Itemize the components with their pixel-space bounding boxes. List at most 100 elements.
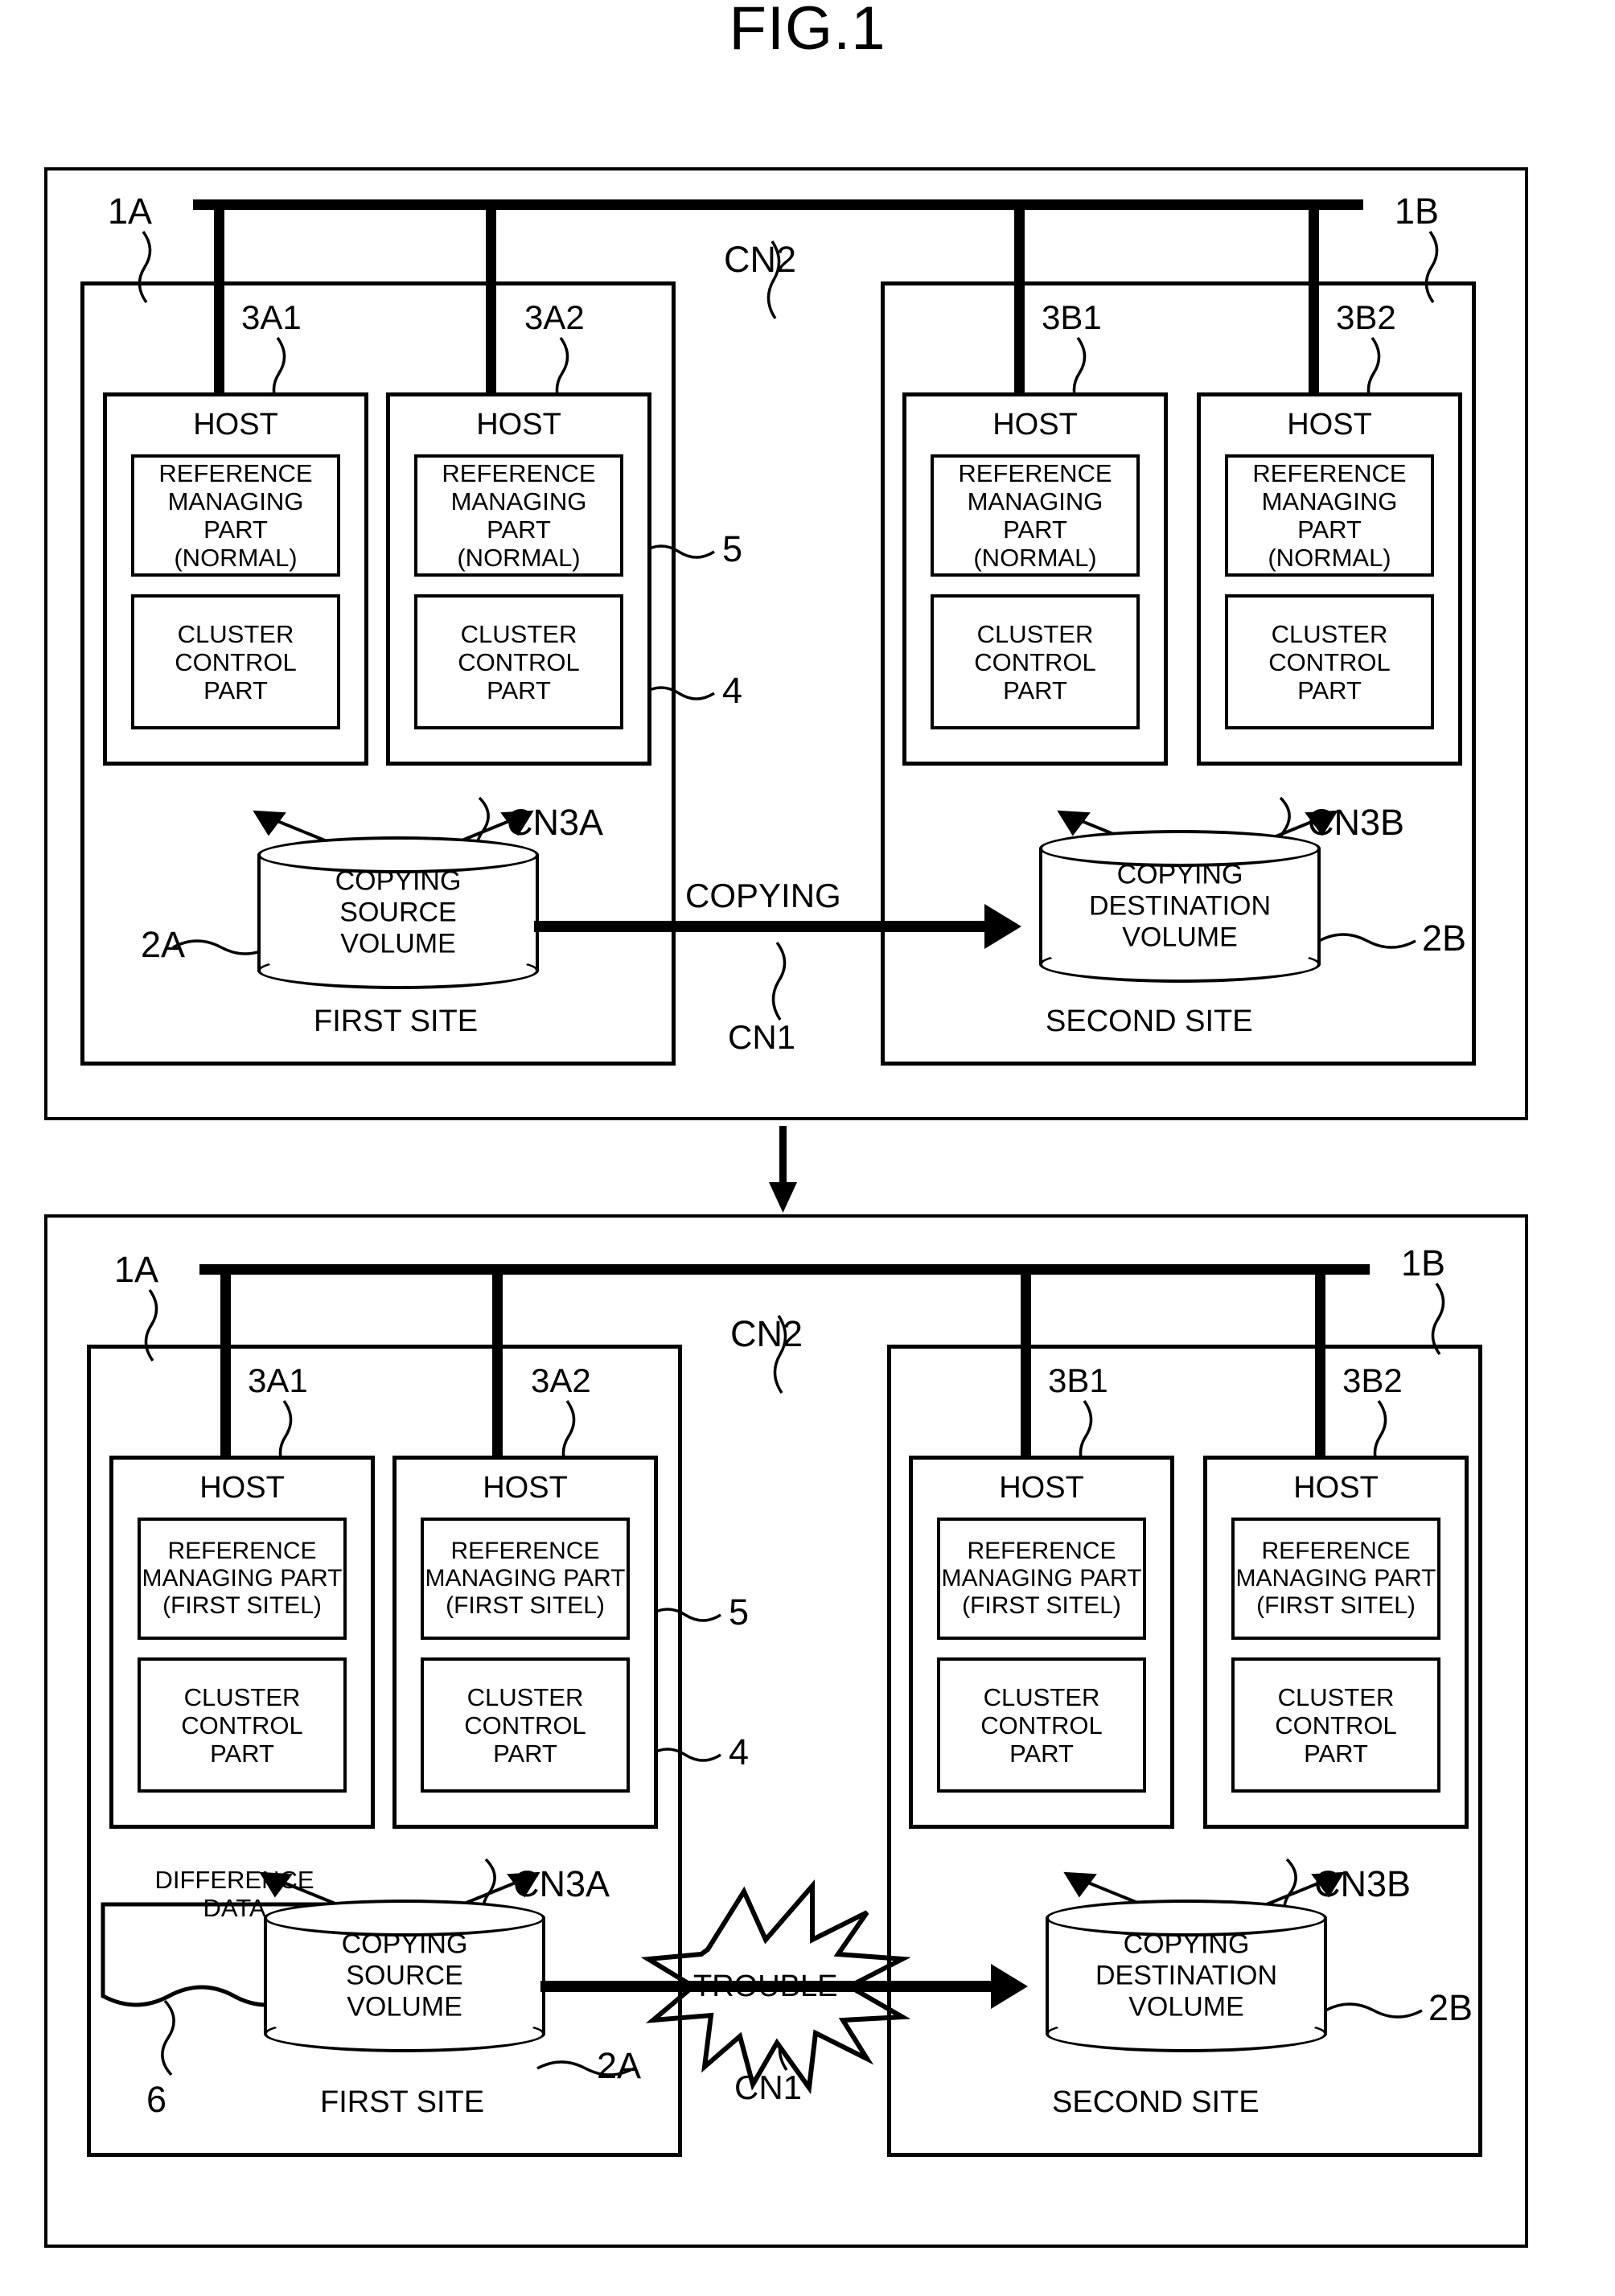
volume-label: COPYING SOURCE VOLUME bbox=[335, 865, 462, 959]
copying-destination-volume-top: COPYING DESTINATION VOLUME bbox=[1039, 830, 1321, 983]
host-title: HOST bbox=[193, 408, 278, 442]
ref-part-label: REFERENCE MANAGING PART bbox=[958, 459, 1112, 544]
reference-managing-part-3b2-bottom: REFERENCE MANAGING PART (FIRST SITEL) bbox=[1231, 1518, 1440, 1640]
label-cn1-bottom: CN1 bbox=[734, 2068, 803, 2106]
volume-label: COPYING SOURCE VOLUME bbox=[341, 1928, 468, 2023]
label-3a2-bottom: 3A2 bbox=[531, 1362, 591, 1399]
host-title: HOST bbox=[476, 408, 561, 442]
reference-managing-part-3a2-top: REFERENCE MANAGING PART (NORMAL) bbox=[414, 454, 623, 577]
reference-managing-part-3a1-top: REFERENCE MANAGING PART (NORMAL) bbox=[131, 454, 340, 577]
copying-arrowhead-bottom bbox=[991, 1964, 1028, 2009]
label-4-bottom: 4 bbox=[729, 1731, 750, 1772]
label-cn3a-bottom: CN3A bbox=[513, 1863, 610, 1904]
cluster-part-label: CLUSTER CONTROL PART bbox=[1268, 619, 1391, 704]
reference-managing-part-3a2-bottom: REFERENCE MANAGING PART (FIRST SITEL) bbox=[421, 1518, 630, 1640]
copying-source-volume-bottom: COPYING SOURCE VOLUME bbox=[264, 1900, 545, 2052]
host-3b1-bottom: HOST REFERENCE MANAGING PART (FIRST SITE… bbox=[909, 1456, 1174, 1829]
label-cn3a-top: CN3A bbox=[507, 802, 604, 843]
trouble-label: TROUBLE bbox=[693, 1969, 838, 2003]
label-2b-top: 2B bbox=[1422, 918, 1467, 959]
cluster-control-part-3a1-bottom: CLUSTER CONTROL PART bbox=[138, 1657, 347, 1793]
reference-managing-part-3a1-bottom: REFERENCE MANAGING PART (FIRST SITEL) bbox=[138, 1518, 347, 1640]
cluster-control-part-3b2-bottom: CLUSTER CONTROL PART bbox=[1231, 1657, 1440, 1793]
second-site-label-bottom: SECOND SITE bbox=[1052, 2085, 1260, 2119]
label-2a-top: 2A bbox=[141, 924, 186, 965]
ref-part-state: (FIRST SITEL) bbox=[962, 1592, 1121, 1619]
label-1a-bottom: 1A bbox=[114, 1249, 159, 1290]
cluster-part-label: CLUSTER CONTROL PART bbox=[464, 1682, 586, 1768]
ref-part-state: (FIRST SITEL) bbox=[446, 1592, 605, 1619]
host-title: HOST bbox=[1293, 1471, 1379, 1505]
host-3b1-top: HOST REFERENCE MANAGING PART (NORMAL) CL… bbox=[902, 392, 1168, 766]
label-3b2-top: 3B2 bbox=[1336, 298, 1396, 336]
copying-label-top: COPYING bbox=[685, 877, 841, 914]
label-5-bottom: 5 bbox=[729, 1592, 750, 1633]
reference-managing-part-3b1-bottom: REFERENCE MANAGING PART (FIRST SITEL) bbox=[937, 1518, 1146, 1640]
ref-part-label: REFERENCE MANAGING PART bbox=[1235, 1538, 1436, 1592]
cluster-part-label: CLUSTER CONTROL PART bbox=[181, 1682, 303, 1768]
label-1a-top: 1A bbox=[108, 191, 153, 232]
host-3a1-bottom: HOST REFERENCE MANAGING PART (FIRST SITE… bbox=[109, 1456, 375, 1829]
host-3a2-bottom: HOST REFERENCE MANAGING PART (FIRST SITE… bbox=[392, 1456, 658, 1829]
copying-arrowhead-top bbox=[984, 904, 1021, 949]
label-cn2-top: CN2 bbox=[724, 239, 797, 280]
label-1b-top: 1B bbox=[1395, 191, 1440, 232]
cluster-part-label: CLUSTER CONTROL PART bbox=[175, 619, 297, 704]
host-title: HOST bbox=[999, 1471, 1084, 1505]
label-cn2-bottom: CN2 bbox=[730, 1313, 803, 1354]
figure-title: FIG.1 bbox=[729, 0, 886, 63]
host-title: HOST bbox=[992, 408, 1078, 442]
ref-part-state: (FIRST SITEL) bbox=[1256, 1592, 1416, 1619]
reference-managing-part-3b2-top: REFERENCE MANAGING PART (NORMAL) bbox=[1225, 454, 1434, 577]
ref-part-label: REFERENCE MANAGING PART bbox=[941, 1538, 1142, 1592]
label-3a1-top: 3A1 bbox=[241, 298, 302, 336]
host-3b2-bottom: HOST REFERENCE MANAGING PART (FIRST SITE… bbox=[1203, 1456, 1469, 1829]
cluster-control-part-3a2-top: CLUSTER CONTROL PART bbox=[414, 594, 623, 729]
label-3a2-top: 3A2 bbox=[524, 298, 585, 336]
cluster-control-part-3b2-top: CLUSTER CONTROL PART bbox=[1225, 594, 1434, 729]
label-3b1-bottom: 3B1 bbox=[1048, 1362, 1108, 1399]
host-title: HOST bbox=[199, 1471, 285, 1505]
volume-label: COPYING DESTINATION VOLUME bbox=[1095, 1928, 1278, 2023]
cluster-control-part-3a1-top: CLUSTER CONTROL PART bbox=[131, 594, 340, 729]
cluster-part-label: CLUSTER CONTROL PART bbox=[974, 619, 1096, 704]
ref-part-state: (NORMAL) bbox=[174, 544, 298, 572]
cluster-part-label: CLUSTER CONTROL PART bbox=[1275, 1682, 1397, 1768]
label-3a1-bottom: 3A1 bbox=[248, 1362, 308, 1399]
ref-part-state: (FIRST SITEL) bbox=[162, 1592, 322, 1619]
ref-part-label: REFERENCE MANAGING PART bbox=[442, 459, 596, 544]
label-1b-bottom: 1B bbox=[1401, 1242, 1446, 1284]
second-site-label-top: SECOND SITE bbox=[1046, 1004, 1253, 1038]
label-6-bottom: 6 bbox=[146, 2079, 167, 2120]
host-3a1-top: HOST REFERENCE MANAGING PART (NORMAL) CL… bbox=[103, 392, 368, 766]
ref-part-label: REFERENCE MANAGING PART bbox=[158, 459, 313, 544]
first-site-label-bottom: FIRST SITE bbox=[320, 2085, 485, 2119]
ref-part-label: REFERENCE MANAGING PART bbox=[1252, 459, 1407, 544]
host-title: HOST bbox=[1287, 408, 1372, 442]
copying-arrow-top bbox=[534, 921, 984, 932]
cluster-control-part-3b1-bottom: CLUSTER CONTROL PART bbox=[937, 1657, 1146, 1793]
cluster-part-label: CLUSTER CONTROL PART bbox=[458, 619, 580, 704]
ref-part-state: (NORMAL) bbox=[457, 544, 581, 572]
label-cn3b-bottom: CN3B bbox=[1314, 1863, 1412, 1904]
cn2-bus-top bbox=[193, 199, 1363, 210]
label-2b-bottom: 2B bbox=[1428, 1987, 1473, 2028]
cluster-control-part-3b1-top: CLUSTER CONTROL PART bbox=[931, 594, 1140, 729]
reference-managing-part-3b1-top: REFERENCE MANAGING PART (NORMAL) bbox=[931, 454, 1140, 577]
label-4-top: 4 bbox=[722, 670, 743, 711]
host-title: HOST bbox=[483, 1471, 568, 1505]
label-3b1-top: 3B1 bbox=[1042, 298, 1102, 336]
host-3b2-top: HOST REFERENCE MANAGING PART (NORMAL) CL… bbox=[1197, 392, 1462, 766]
ref-part-label: REFERENCE MANAGING PART bbox=[142, 1538, 343, 1592]
first-site-label-top: FIRST SITE bbox=[314, 1004, 479, 1038]
copying-source-volume-top: COPYING SOURCE VOLUME bbox=[257, 836, 539, 989]
label-3b2-bottom: 3B2 bbox=[1342, 1362, 1403, 1399]
label-2a-bottom: 2A bbox=[597, 2045, 642, 2086]
cluster-control-part-3a2-bottom: CLUSTER CONTROL PART bbox=[421, 1657, 630, 1793]
ref-part-state: (NORMAL) bbox=[973, 544, 1097, 572]
ref-part-state: (NORMAL) bbox=[1268, 544, 1391, 572]
copying-destination-volume-bottom: COPYING DESTINATION VOLUME bbox=[1046, 1900, 1327, 2052]
ref-part-label: REFERENCE MANAGING PART bbox=[425, 1538, 626, 1592]
volume-label: COPYING DESTINATION VOLUME bbox=[1088, 859, 1272, 953]
cn2-bus-bottom bbox=[199, 1264, 1370, 1275]
